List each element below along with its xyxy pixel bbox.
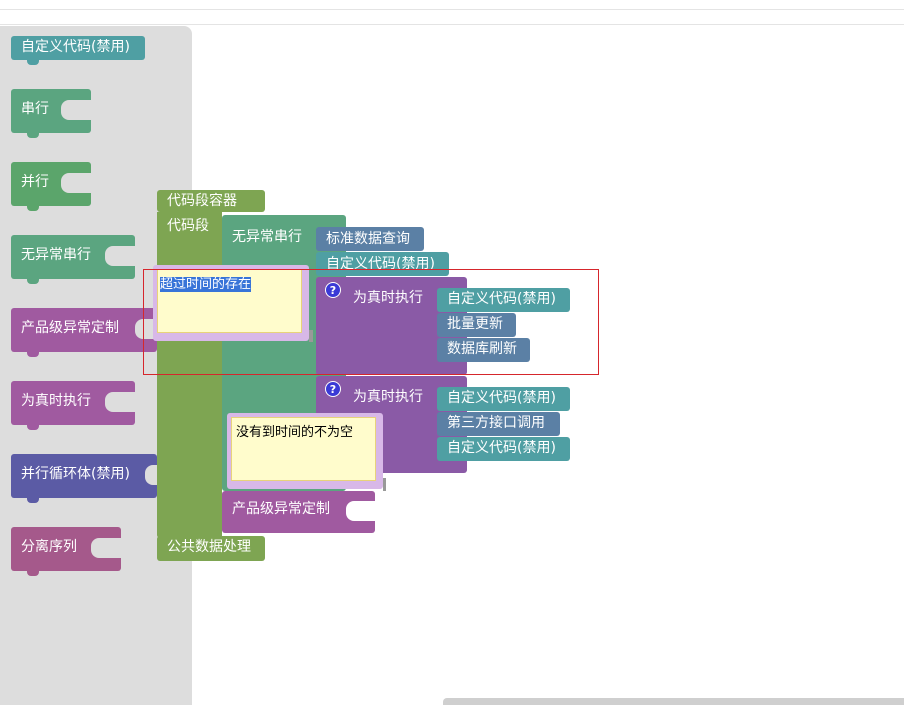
comment-text: 没有到时间的不为空 <box>236 425 354 440</box>
toolbox-block-serial[interactable]: 串行 <box>11 89 91 138</box>
block-notch <box>27 279 39 284</box>
help-icon[interactable]: ? <box>325 282 341 298</box>
toolbox-block-parallel-loop[interactable]: 并行循环体(禁用) <box>11 454 157 503</box>
block-label: 第三方接口调用 <box>447 415 545 431</box>
horizontal-scrollbar[interactable] <box>443 698 904 705</box>
segment-label: 代码段 <box>167 218 209 234</box>
comment-textarea-2[interactable]: 没有到时间的不为空 <box>231 417 376 481</box>
cond1-custom-code-block[interactable]: 自定义代码(禁用) <box>437 288 570 312</box>
code-segment-footer[interactable]: 公共数据处理 <box>157 536 265 561</box>
comment-shadow <box>309 330 313 342</box>
custom-code-label: 自定义代码(禁用) <box>326 256 435 272</box>
block-label: 自定义代码(禁用) <box>21 39 130 55</box>
toolbox-block-separate-sequence[interactable]: 分离序列 <box>11 527 121 576</box>
block-label: 数据库刷新 <box>447 341 517 357</box>
toolbox-block-execute-when-true[interactable]: 为真时执行 <box>11 381 135 430</box>
custom-code-block[interactable]: 自定义代码(禁用) <box>316 252 449 276</box>
top-border <box>0 0 904 10</box>
product-exception-block[interactable]: 产品级异常定制 <box>222 491 375 533</box>
block-label: 自定义代码(禁用) <box>447 440 556 456</box>
cond2-custom-code-block[interactable]: 自定义代码(禁用) <box>437 387 570 411</box>
block-label: 批量更新 <box>447 316 503 332</box>
block-input-slot <box>91 538 121 558</box>
comment-bubble-1[interactable]: 超过时间的存在 <box>153 265 309 341</box>
block-label: 并行循环体(禁用) <box>21 466 130 482</box>
block-notch <box>27 571 39 576</box>
database-refresh-block[interactable]: 数据库刷新 <box>437 338 530 362</box>
block-input-slot <box>61 173 91 193</box>
help-icon[interactable]: ? <box>325 381 341 397</box>
standard-data-query-block[interactable]: 标准数据查询 <box>316 227 424 251</box>
block-input-slot <box>105 392 135 412</box>
toolbox-block-product-exception[interactable]: 产品级异常定制 <box>11 308 157 357</box>
block-label: 自定义代码(禁用) <box>447 390 556 406</box>
cond2-custom-code-block-2[interactable]: 自定义代码(禁用) <box>437 437 570 461</box>
toolbox-block-custom-code[interactable]: 自定义代码(禁用) <box>11 36 145 65</box>
container-title: 代码段容器 <box>167 193 237 209</box>
toolbox-block-serial-no-exception[interactable]: 无异常串行 <box>11 235 135 284</box>
toolbox-block-parallel[interactable]: 并行 <box>11 162 91 211</box>
block-notch <box>27 206 39 211</box>
block-input-slot <box>61 100 91 120</box>
block-notch <box>27 352 39 357</box>
code-segment-container-block[interactable]: 代码段容器 <box>157 190 265 212</box>
block-input-slot <box>105 246 135 266</box>
toolbar-divider <box>0 24 904 25</box>
block-input-slot <box>346 501 375 521</box>
block-notch <box>27 498 39 503</box>
comment-bubble-2[interactable]: 没有到时间的不为空 <box>227 413 383 489</box>
footer-label: 公共数据处理 <box>167 539 251 555</box>
block-notch <box>27 133 39 138</box>
code-segment-input[interactable]: 代码段 <box>157 212 222 538</box>
block-notch <box>27 60 39 65</box>
third-party-api-call-block[interactable]: 第三方接口调用 <box>437 412 560 436</box>
query-label: 标准数据查询 <box>326 231 410 247</box>
comment-text-selected: 超过时间的存在 <box>160 277 252 292</box>
comment-textarea-1[interactable]: 超过时间的存在 <box>157 269 302 333</box>
block-label: 自定义代码(禁用) <box>447 291 556 307</box>
batch-update-block[interactable]: 批量更新 <box>437 313 516 337</box>
comment-shadow <box>383 478 386 491</box>
block-notch <box>27 425 39 430</box>
block-input-slot <box>145 465 157 485</box>
